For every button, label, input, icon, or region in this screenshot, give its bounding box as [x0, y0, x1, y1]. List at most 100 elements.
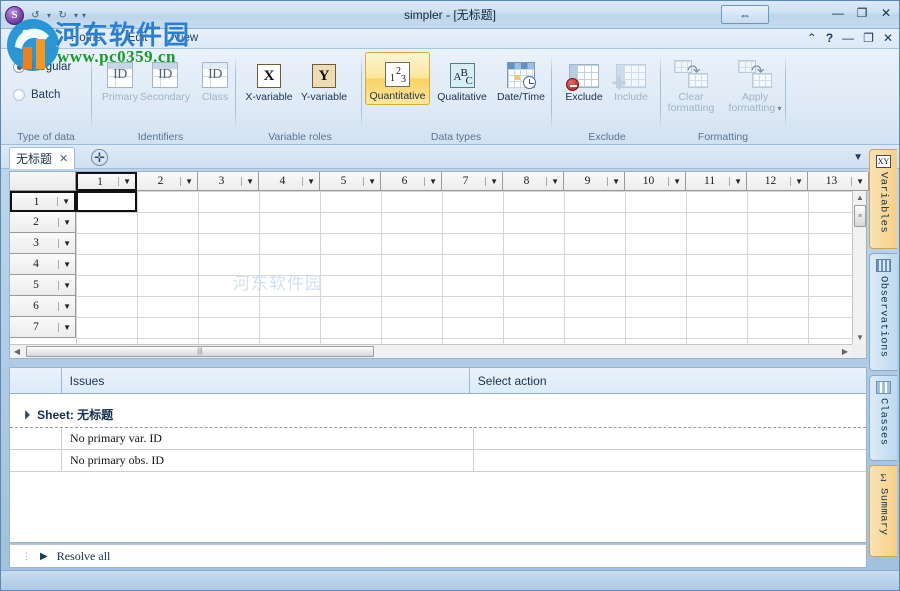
chevron-down-icon[interactable]: ▼ [58, 280, 71, 290]
chevron-down-icon[interactable]: ▼ [668, 176, 681, 186]
issues-panel: Issues Select action ◢ Sheet: 无标题 No pri… [9, 367, 867, 543]
apply-formatting-button[interactable]: ↷ Apply formatting ▾ [727, 54, 783, 114]
sidebar-item-variables[interactable]: XY Variables [869, 149, 897, 249]
mdi-minimize-icon[interactable]: — [842, 31, 854, 45]
row-header-7[interactable]: 7 ▼ [10, 317, 76, 338]
table-row[interactable]: No primary obs. ID [10, 450, 866, 472]
issues-column-header[interactable]: Issues [62, 368, 469, 393]
add-sheet-button[interactable]: ✛ [91, 149, 108, 166]
expand-icon[interactable]: ▶ [40, 551, 48, 562]
row-header-1[interactable]: 1 ▼ [10, 191, 76, 212]
column-header-11[interactable]: 11 ▼ [686, 172, 747, 191]
quantitative-button[interactable]: 123 Quantitative [365, 52, 430, 105]
chevron-down-icon[interactable]: ▼ [790, 176, 803, 186]
column-header-6[interactable]: 6 ▼ [381, 172, 442, 191]
chevron-down-icon[interactable]: ▼ [485, 176, 498, 186]
row-header-5[interactable]: 5 ▼ [10, 275, 76, 296]
group-divider [235, 55, 236, 129]
column-header-10[interactable]: 10 ▼ [625, 172, 686, 191]
ribbon-collapse-icon[interactable]: ⌃ [807, 31, 817, 45]
scroll-down-arrow[interactable]: ▼ [853, 331, 867, 344]
chevron-down-icon[interactable]: ▼ [607, 176, 620, 186]
group-label-type-of-data: Type of data [17, 131, 75, 143]
chevron-down-icon[interactable]: ▼ [424, 176, 437, 186]
drag-handle-icon[interactable]: ⋮ [22, 551, 31, 560]
issues-group-row[interactable]: ◢ Sheet: 无标题 [10, 402, 866, 428]
window-minimize-button[interactable]: — [831, 6, 845, 20]
scroll-right-arrow[interactable]: ▶ [838, 345, 852, 358]
sheet-tab-untitled[interactable]: 无标题 ✕ [9, 147, 76, 169]
table-row[interactable]: No primary var. ID [10, 428, 866, 450]
mdi-restore-icon[interactable]: ❐ [863, 31, 874, 45]
window-maximize-button[interactable]: ❐ [855, 6, 869, 20]
close-icon[interactable]: ✕ [59, 152, 68, 165]
chevron-down-icon[interactable]: ▼ [363, 176, 376, 186]
chevron-down-icon[interactable]: ▼ [729, 176, 742, 186]
radio-batch[interactable]: Batch [13, 89, 60, 101]
include-button[interactable]: ✛ Include [603, 54, 659, 103]
chevron-down-icon[interactable]: ▼ [57, 197, 70, 206]
horizontal-scrollbar[interactable]: ◀ ||| ▶ [10, 344, 852, 358]
chevron-down-icon[interactable]: ▾ [775, 104, 781, 113]
column-header-1[interactable]: 1 ▼ [76, 172, 137, 191]
scroll-left-arrow[interactable]: ◀ [10, 345, 24, 358]
restore-document-button[interactable]: ⇔ [721, 5, 769, 24]
select-all-corner[interactable] [10, 172, 76, 191]
column-header-2[interactable]: 2 ▼ [137, 172, 198, 191]
column-header-8[interactable]: 8 ▼ [503, 172, 564, 191]
chevron-down-icon[interactable]: ▼ [118, 177, 131, 186]
chevron-down-icon[interactable]: ▼ [58, 301, 71, 311]
sidebar-item-observations[interactable]: Observations [869, 253, 897, 371]
sidebar-item-summary[interactable]: Σ Summary [869, 465, 897, 557]
qualitative-button[interactable]: ABC Qualitative [431, 54, 493, 103]
window-close-button[interactable]: ✕ [879, 6, 893, 20]
chevron-down-icon[interactable]: ▼ [302, 176, 315, 186]
mdi-close-icon[interactable]: ✕ [883, 31, 893, 45]
grid-cells[interactable] [76, 191, 852, 344]
scroll-up-arrow[interactable]: ▲ [853, 191, 867, 204]
chevron-down-icon[interactable]: ▼ [58, 217, 71, 227]
classes-icon [876, 381, 891, 394]
x-variable-button[interactable]: X X-variable [241, 54, 297, 103]
expand-collapse-icon[interactable]: ◢ [20, 409, 31, 420]
chevron-down-icon[interactable]: ▼ [58, 322, 71, 332]
vertical-scroll-thumb[interactable]: ≡ [854, 205, 866, 227]
group-label-variable-roles: Variable roles [268, 131, 332, 143]
sidebar-item-classes[interactable]: Classes [869, 375, 897, 461]
radio-batch-label: Batch [31, 89, 61, 101]
group-label-exclude: Exclude [588, 131, 626, 143]
column-header-3[interactable]: 3 ▼ [198, 172, 259, 191]
row-header-6[interactable]: 6 ▼ [10, 296, 76, 317]
column-header-9[interactable]: 9 ▼ [564, 172, 625, 191]
chevron-down-icon[interactable]: ▼ [58, 238, 71, 248]
y-variable-button[interactable]: Y Y-variable [296, 54, 352, 103]
horizontal-scroll-thumb[interactable]: ||| [26, 346, 374, 357]
chevron-down-icon[interactable]: ▼ [180, 176, 193, 186]
column-header-12[interactable]: 12 ▼ [747, 172, 808, 191]
chevron-down-icon[interactable]: ▼ [546, 176, 559, 186]
help-icon[interactable]: ? [826, 31, 833, 45]
select-action-column-header[interactable]: Select action [468, 368, 866, 393]
vertical-scrollbar[interactable]: ▲ ≡ ▼ [852, 191, 866, 344]
group-label-data-types: Data types [430, 131, 482, 143]
row-header-3[interactable]: 3 ▼ [10, 233, 76, 254]
sidebar-item-label: Variables [877, 172, 890, 234]
active-cell[interactable] [76, 191, 137, 212]
column-header-5[interactable]: 5 ▼ [320, 172, 381, 191]
y-variable-icon: Y [312, 54, 336, 88]
row-header-2[interactable]: 2 ▼ [10, 212, 76, 233]
column-header-13[interactable]: 13 ▼ [808, 172, 869, 191]
chevron-down-icon[interactable]: ▼ [853, 152, 863, 163]
column-header-7[interactable]: 7 ▼ [442, 172, 503, 191]
datetime-button[interactable]: Date/Time [492, 54, 550, 103]
numbers-icon: 123 [385, 53, 410, 87]
application-window: S ↺ ▾ ↻ ▾ ▾ simpler - [无标题] ⇔ — ❐ ✕ Home… [0, 0, 900, 591]
chevron-down-icon[interactable]: ▼ [241, 176, 254, 186]
resolve-all-bar[interactable]: ⋮ ▶ Resolve all [9, 544, 867, 568]
chevron-down-icon[interactable]: ▼ [58, 259, 71, 269]
datetime-label: Date/Time [496, 91, 546, 103]
row-header-4[interactable]: 4 ▼ [10, 254, 76, 275]
chevron-down-icon[interactable]: ▼ [851, 176, 864, 186]
column-header-4[interactable]: 4 ▼ [259, 172, 320, 191]
clear-formatting-button[interactable]: ↷ Clear formatting [663, 54, 719, 114]
